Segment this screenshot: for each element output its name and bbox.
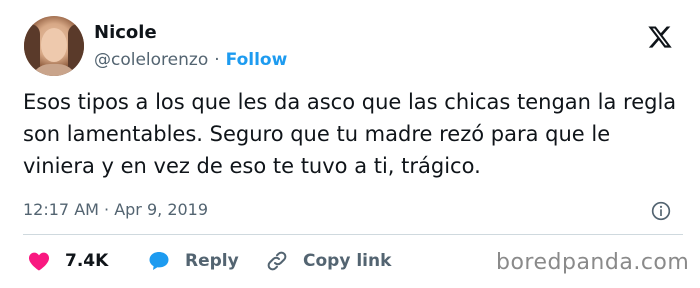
avatar[interactable] — [24, 16, 84, 76]
info-icon[interactable] — [651, 201, 671, 221]
follow-button[interactable]: Follow — [226, 50, 288, 70]
x-logo-icon[interactable] — [646, 24, 674, 50]
reply-bubble-icon — [149, 252, 169, 270]
like-button[interactable]: 7.4K — [27, 247, 108, 275]
author-name[interactable]: Nicole — [94, 22, 157, 43]
avatar-face — [41, 28, 67, 62]
author-handle-row: @colelorenzo · Follow — [94, 50, 287, 70]
divider — [23, 234, 683, 235]
heart-icon — [28, 252, 50, 271]
tweet-timestamp[interactable]: 12:17 AM · Apr 9, 2019 — [23, 200, 208, 219]
reply-label: Reply — [185, 251, 239, 271]
copy-link-button[interactable]: Copy link — [265, 247, 391, 275]
separator-dot: · — [214, 50, 220, 70]
watermark-text: boredpanda.com — [496, 250, 690, 275]
tweet-text: Esos tipos a los que les da asco que las… — [23, 90, 677, 178]
like-count: 7.4K — [65, 251, 109, 271]
copy-link-label: Copy link — [303, 251, 392, 271]
reply-button[interactable]: Reply — [147, 247, 239, 275]
link-icon — [267, 251, 287, 271]
author-handle[interactable]: @colelorenzo — [94, 50, 208, 70]
